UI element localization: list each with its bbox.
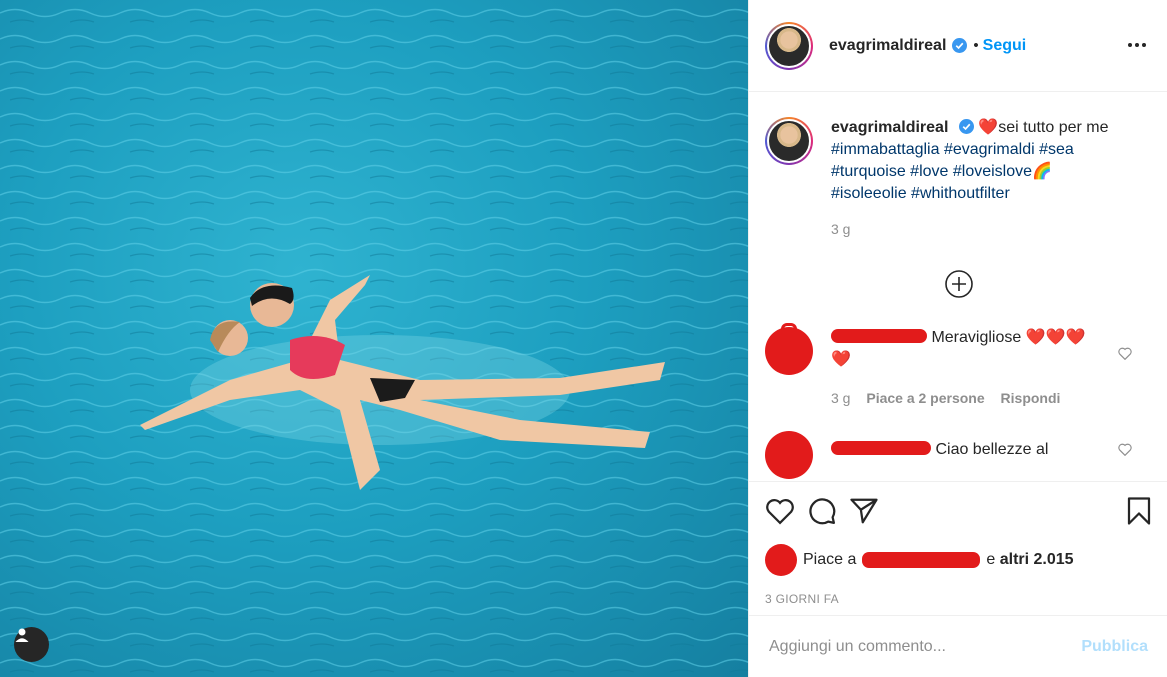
redacted-username: [831, 329, 927, 343]
comment-text: Meravigliose: [931, 329, 1022, 346]
post-date[interactable]: 3 GIORNI FA: [765, 592, 1152, 606]
redacted-username: [831, 441, 931, 455]
comment-time[interactable]: 3 g: [831, 390, 850, 406]
caption: evagrimaldireal ❤️sei tutto per me #imma…: [765, 117, 1152, 205]
load-more-comments-button[interactable]: [765, 269, 1152, 299]
add-comment-input[interactable]: Aggiungi un commento...: [769, 638, 1081, 656]
caption-timestamp[interactable]: 3 g: [831, 221, 1152, 237]
like-heart-icon[interactable]: [765, 497, 795, 530]
comment-body: Ciao bellezze al: [831, 439, 1101, 479]
action-icons: [765, 482, 1152, 544]
comment-meta: 3 g Piace a 2 persone Rispondi: [831, 387, 1101, 409]
caption-body: sei tutto per me: [998, 119, 1109, 136]
verified-badge-icon: [958, 119, 974, 134]
comment-like-heart-icon[interactable]: [1118, 443, 1132, 461]
comment-likes[interactable]: Piace a 2 persone: [866, 390, 984, 406]
heart-emoji: ❤️: [978, 119, 999, 136]
separator-dot: •: [973, 37, 979, 54]
comment-like-heart-icon[interactable]: [1118, 347, 1132, 365]
sea-photo-image: [0, 0, 748, 677]
add-comment-bar: Aggiungi un commento... Pubblica: [749, 615, 1167, 677]
likes-summary: Piace a e altri 2.015: [765, 544, 1152, 576]
comment-item: Meravigliose ❤️❤️❤️❤️ 3 g Piace a 2 pers…: [765, 323, 1152, 409]
likes-count-link[interactable]: altri 2.015: [1000, 551, 1074, 569]
comment-item: Ciao bellezze al: [765, 431, 1152, 479]
caption-text: evagrimaldireal ❤️sei tutto per me #imma…: [831, 117, 1109, 205]
reply-button[interactable]: Rispondi: [1001, 390, 1061, 406]
author-username[interactable]: evagrimaldireal: [829, 37, 946, 55]
follow-button[interactable]: Segui: [983, 37, 1027, 55]
commenter-avatar-redacted[interactable]: [765, 431, 813, 479]
likes-prefix: Piace a: [803, 551, 857, 568]
post-header: evagrimaldireal • Segui: [749, 0, 1167, 92]
post-actions: Piace a e altri 2.015 3 GIORNI FA: [749, 481, 1167, 615]
save-bookmark-icon[interactable]: [1126, 496, 1152, 531]
rainbow-emoji: 🌈: [1032, 163, 1052, 180]
publish-button[interactable]: Pubblica: [1081, 638, 1148, 656]
caption-avatar[interactable]: [765, 117, 813, 165]
share-direct-icon[interactable]: [849, 497, 879, 530]
commenter-avatar-redacted[interactable]: [765, 323, 813, 375]
more-options-icon[interactable]: [1127, 35, 1147, 53]
user-icon: [15, 628, 29, 642]
author-avatar[interactable]: [765, 21, 813, 70]
redacted-liker-name[interactable]: [862, 552, 981, 568]
plus-circle-icon: [944, 270, 973, 298]
verified-badge-icon: [952, 38, 968, 53]
comment-body: Meravigliose ❤️❤️❤️❤️ 3 g Piace a 2 pers…: [831, 327, 1101, 409]
tagged-users-button[interactable]: [14, 627, 49, 662]
comment-text: Ciao bellezze al: [935, 441, 1049, 458]
hashtags-line-3[interactable]: #isoleeolie #whithoutfilter: [831, 185, 1010, 202]
comments-list[interactable]: evagrimaldireal ❤️sei tutto per me #imma…: [749, 93, 1167, 480]
post-side-panel: evagrimaldireal • Segui evagrimaldireal …: [748, 0, 1167, 677]
likes-suffix: e: [986, 551, 996, 568]
liker-avatar-redacted[interactable]: [765, 544, 797, 576]
comment-icon[interactable]: [807, 496, 837, 531]
hashtags-line-2[interactable]: #turquoise #love #loveislove: [831, 163, 1032, 180]
caption-username[interactable]: evagrimaldireal: [831, 119, 948, 136]
post-photo[interactable]: [0, 0, 748, 677]
hashtags-line-1[interactable]: #immabattaglia #evagrimaldi #sea: [831, 141, 1074, 158]
